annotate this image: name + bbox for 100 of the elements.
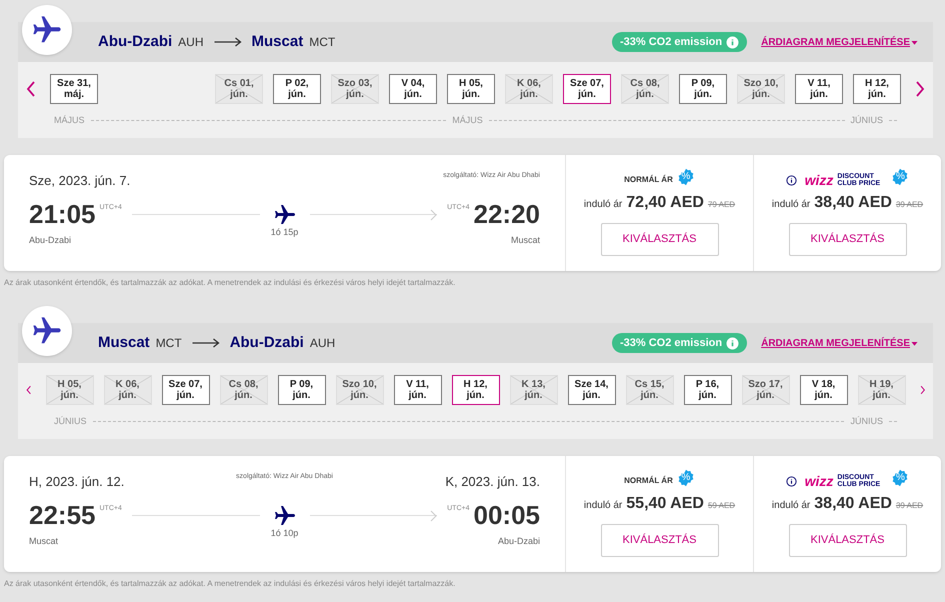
date-chip[interactable]: V 04, jún. [389,74,437,104]
cross-icon [858,376,904,404]
price-prefix: induló ár [584,499,622,513]
cross-icon [510,376,556,404]
date-chip[interactable]: Szo 17, jún. [742,375,790,405]
arrow-icon [192,338,220,348]
discount-seal-icon [891,168,910,186]
fare-price: 38,40 AED [814,193,892,213]
info-icon [786,476,797,486]
arrowhead-icon [430,208,438,220]
date-chip[interactable]: Sze 07, jún. [162,375,210,405]
cross-icon [626,376,672,404]
discount-seal-icon [676,168,695,186]
destination-code: MCT [309,34,336,51]
percent-label: % [681,172,690,182]
date-chip[interactable]: Cs 08, jún. [621,74,669,104]
price-chart-link[interactable]: ÁRDIAGRAM MEGJELENÍTÉSE [761,34,919,50]
cross-icon [216,75,262,103]
cross-icon [46,376,92,404]
date-chip[interactable]: V 11, jún. [795,74,843,104]
arrival-time: 00:05 [474,499,540,532]
price-prefix: induló ár [584,198,622,212]
info-icon [726,336,740,350]
date-chip[interactable]: Szo 03, jún. [331,74,379,104]
month-label: JÚNIUS [850,114,884,127]
old-price: 79 AED [708,199,736,211]
cross-icon [220,376,266,404]
cross-icon [738,75,784,103]
airplane-icon [274,204,296,226]
departure-time: 21:05 [29,198,96,231]
month-label: MÁJUS [452,114,483,127]
date-chip[interactable]: H 05, jún. [447,74,495,104]
percent-label: % [681,473,690,483]
arrowhead-icon [430,510,438,522]
date-chip[interactable]: H 19, jún. [858,375,906,405]
select-button[interactable]: KIVÁLASZTÁS [600,524,718,557]
date-chip[interactable]: H 05, jún. [46,375,94,405]
select-button[interactable]: KIVÁLASZTÁS [788,223,906,256]
departure-city: Abu-Dzabi [29,234,72,247]
brand-logo: wizz [804,474,834,488]
fare-price: 55,40 AED [626,494,704,514]
date-chip[interactable]: P 09, jún. [278,375,326,405]
date-chip[interactable]: Szo 10, jún. [737,74,785,104]
origin-code: AUH [178,34,204,51]
old-price: 39 AED [896,199,924,211]
departure-city: Muscat [29,535,60,548]
price-chart-link[interactable]: ÁRDIAGRAM MEGJELENÍTÉSE [761,336,919,350]
date-chip[interactable]: V 11, jún. [394,375,442,405]
info-icon [786,174,797,186]
fare-price: 38,40 AED [814,494,892,514]
date-chip[interactable]: K 06, jún. [505,74,553,104]
cross-icon [332,75,378,103]
date-chip[interactable]: Szo 10, jún. [336,375,384,405]
origin-city: Muscat [98,332,150,353]
cross-icon [742,376,788,404]
arrival-time: 22:20 [474,198,540,231]
old-price: 59 AED [708,500,736,512]
origin-code: MCT [156,335,182,352]
destination-city: Abu-Dzabi [230,332,304,353]
date-chip[interactable]: K 06, jún. [104,375,152,405]
departure-date: Sze, 2023. jún. 7. [29,172,132,190]
date-chip[interactable]: P 16, jún. [684,375,732,405]
airplane-icon [32,15,62,45]
date-chip[interactable]: P 02, jún. [273,74,321,104]
destination-code: AUH [310,335,336,352]
date-chip[interactable]: Cs 08, jún. [220,375,268,405]
departure-time: 22:55 [29,499,96,532]
fare-note: Az árak utasonként értendők, és tartalmazzák az adókat. A menetrendek az indulási és érkezési város helyi idejét tartalmazzák. [4,578,456,590]
select-button[interactable]: KIVÁLASZTÁS [600,223,718,256]
old-price: 39 AED [896,500,924,512]
cross-icon [506,75,552,103]
date-chip[interactable]: V 18, jún. [800,375,848,405]
arrival-city: Abu-Dzabi [496,535,540,548]
cross-icon [336,376,382,404]
date-chip[interactable]: Sze 31, máj. [50,74,98,104]
date-chip[interactable]: H 12, jún. [452,375,500,405]
discount-seal-icon [676,469,695,487]
flight-duration: 1ó 10p [270,527,300,540]
cross-icon [622,75,668,103]
cross-icon [104,376,150,404]
fare-note: Az árak utasonként értendők, és tartalmazzák az adókat. A menetrendek az indulási és érkezési város helyi idejét tartalmazzák. [4,277,456,289]
date-chip[interactable]: K 13, jún. [510,375,558,405]
month-label: JÚNIUS [54,415,87,428]
arrow-icon [214,37,242,47]
departure-date: H, 2023. jún. 12. [29,473,126,491]
date-chip[interactable]: H 12, jún. [853,74,901,104]
date-chip[interactable]: Cs 01, jún. [215,74,263,104]
date-chip[interactable]: P 09, jún. [679,74,727,104]
price-prefix: induló ár [772,499,810,513]
date-chip[interactable]: Cs 15, jún. [626,375,674,405]
select-button[interactable]: KIVÁLASZTÁS [788,524,906,557]
month-label: JÚNIUS [850,415,883,428]
brand-logo: wizz [804,173,834,187]
co2-emission-badge: -33% CO2 emission [612,333,748,353]
airplane-icon [32,316,62,346]
date-chip[interactable]: Sze 07, jún. [563,74,611,104]
date-chip[interactable]: Sze 14, jún. [568,375,616,405]
info-icon [726,36,740,48]
percent-label: % [896,473,905,483]
discount-seal-icon [891,469,910,487]
